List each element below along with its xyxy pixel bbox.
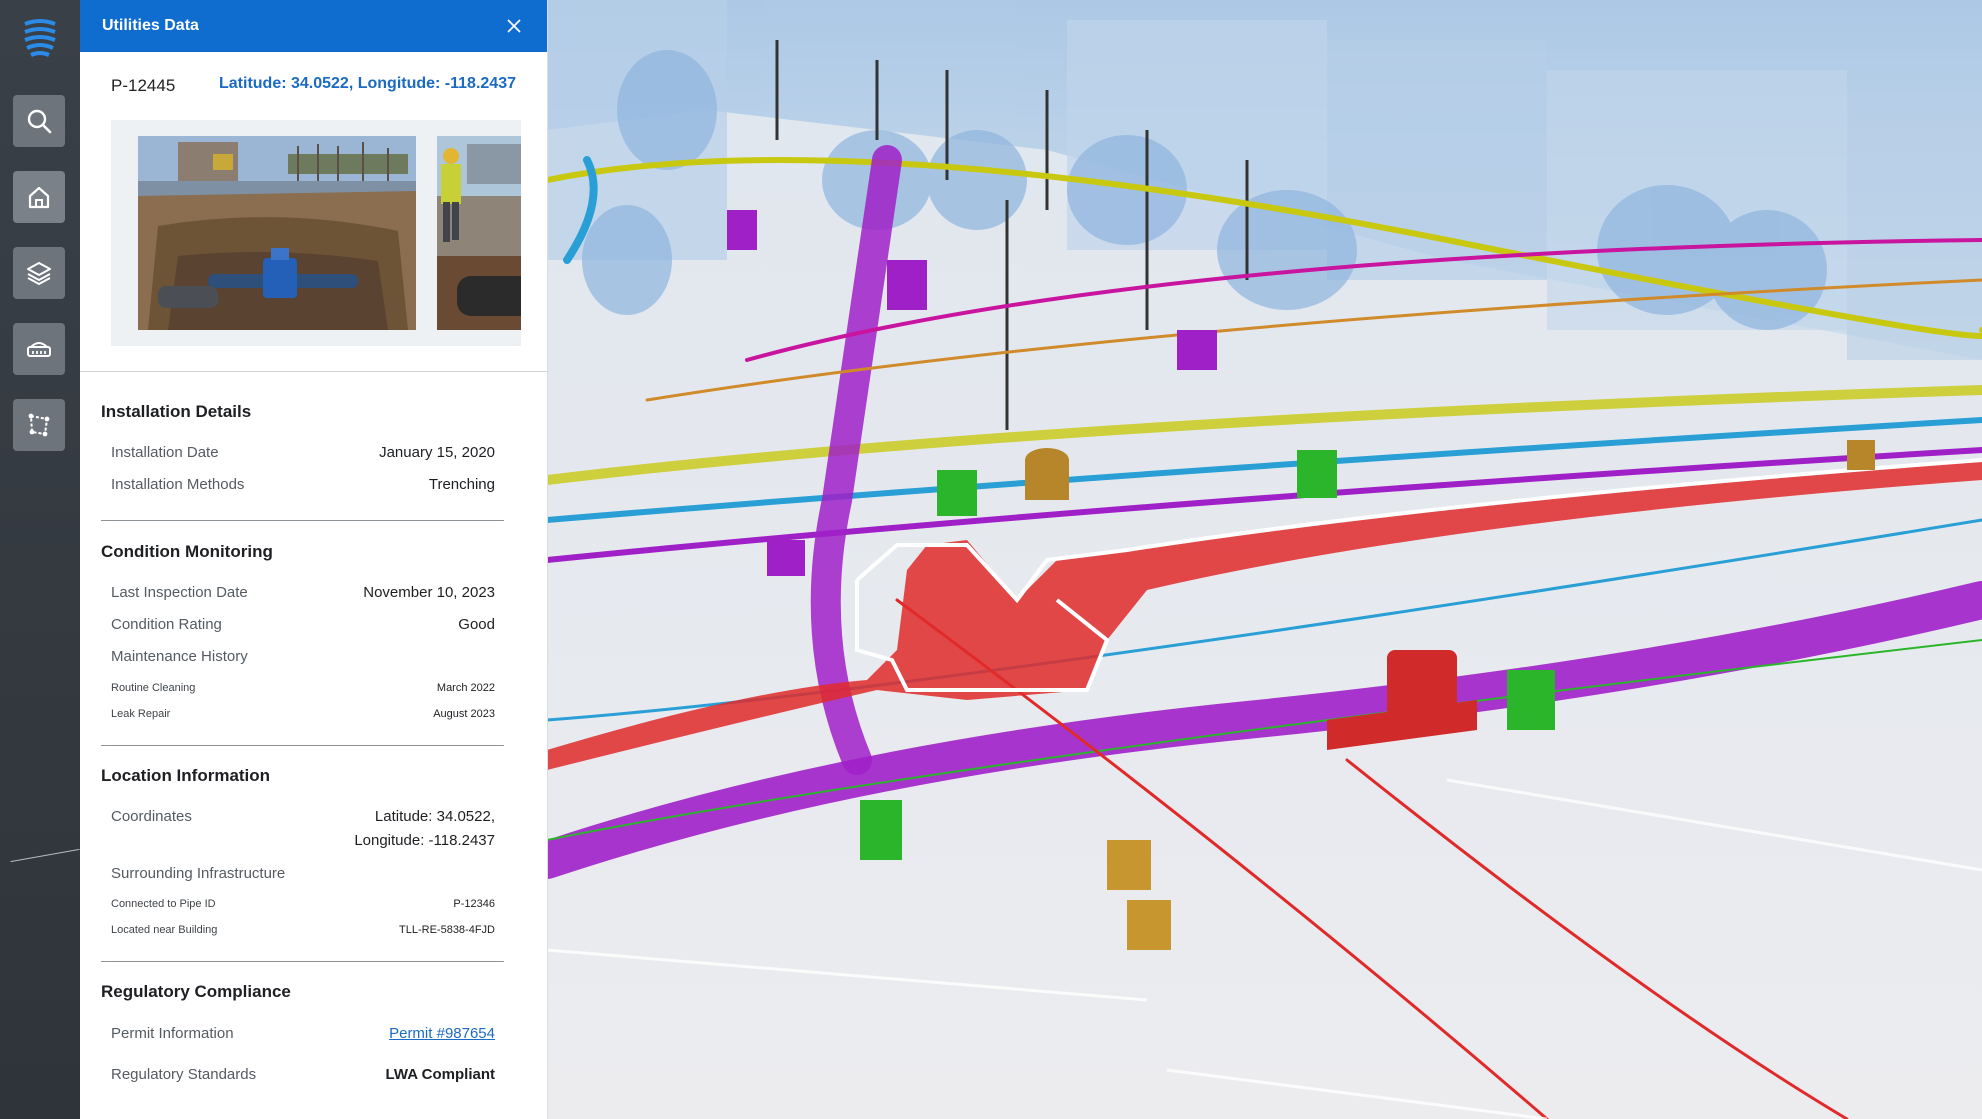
maintenance-history-label: Maintenance History xyxy=(111,648,248,665)
maintenance-item-label: Leak Repair xyxy=(111,708,171,720)
search-icon xyxy=(27,109,52,134)
coordinates-value-line1: Latitude: 34.0522, xyxy=(374,808,495,825)
home-button[interactable] xyxy=(13,171,65,223)
layers-icon xyxy=(27,262,51,285)
pipe-inspection-icon xyxy=(27,342,51,357)
utilities-data-panel: Utilities Data P-12445 Latitude: 34.0522… xyxy=(80,0,547,1119)
permit-information-label: Permit Information xyxy=(111,1025,234,1042)
search-button[interactable] xyxy=(13,95,65,147)
permit-link[interactable]: Permit #987654 xyxy=(389,1025,495,1042)
photo-gallery[interactable] xyxy=(111,120,521,346)
rail-edge-line xyxy=(10,848,80,863)
coordinates-value-line2: Longitude: -118.2437 xyxy=(354,832,495,849)
section-separator xyxy=(101,961,504,962)
installation-date-value: January 15, 2020 xyxy=(379,444,495,461)
last-inspection-label: Last Inspection Date xyxy=(111,584,248,601)
panel-title: Utilities Data xyxy=(102,17,199,34)
maintenance-item-value: March 2022 xyxy=(436,682,495,694)
pipe-inspection-button[interactable] xyxy=(13,323,65,375)
regulatory-standards-label: Regulatory Standards xyxy=(111,1066,257,1083)
regulatory-compliance-title: Regulatory Compliance xyxy=(101,982,291,1001)
worker-site-photo[interactable] xyxy=(437,136,521,330)
pipe-id-row: P-12445 Latitude: 34.0522, Longitude: -1… xyxy=(80,52,547,118)
condition-rating-label: Condition Rating xyxy=(111,616,222,633)
condition-monitoring-title: Condition Monitoring xyxy=(101,542,273,561)
connected-pipe-label: Connected to Pipe ID xyxy=(111,898,216,910)
condition-rating-value: Good xyxy=(458,616,495,633)
connected-pipe-value: P-12346 xyxy=(453,898,495,910)
panel-divider xyxy=(80,371,547,372)
close-button[interactable] xyxy=(503,15,525,37)
installation-date-label: Installation Date xyxy=(111,444,219,461)
close-icon xyxy=(507,19,521,33)
nearby-building-value: TLL-RE-5838-4FJD xyxy=(399,924,495,936)
surrounding-infrastructure-label: Surrounding Infrastructure xyxy=(111,865,286,882)
coordinates-label: Coordinates xyxy=(111,808,192,825)
section-separator xyxy=(101,745,504,746)
installation-methods-label: Installation Methods xyxy=(111,476,245,493)
maintenance-item-label: Routine Cleaning xyxy=(111,682,196,694)
nearby-building-label: Located near Building xyxy=(111,924,218,936)
regulatory-standards-value: LWA Compliant xyxy=(385,1066,495,1083)
excavation-site-photo[interactable] xyxy=(138,136,416,330)
home-icon xyxy=(28,186,50,209)
map-measure-button[interactable] xyxy=(13,399,65,451)
installation-methods-value: Trenching xyxy=(428,476,495,493)
layers-button[interactable] xyxy=(13,247,65,299)
panel-header: Utilities Data xyxy=(80,0,547,52)
left-rail xyxy=(0,0,80,1119)
maintenance-item-value: August 2023 xyxy=(433,708,495,720)
pipe-id: P-12445 xyxy=(111,76,176,95)
location-information-title: Location Information xyxy=(101,766,271,785)
last-inspection-value: November 10, 2023 xyxy=(363,584,495,601)
installation-details-title: Installation Details xyxy=(101,402,252,421)
utility-3d-map-view[interactable] xyxy=(547,0,1982,1119)
map-measure-icon xyxy=(28,413,50,437)
section-separator xyxy=(101,520,504,521)
coordinates-link[interactable]: Latitude: 34.0522, Longitude: -118.2437 xyxy=(219,75,516,93)
app-logo-icon xyxy=(24,19,56,57)
